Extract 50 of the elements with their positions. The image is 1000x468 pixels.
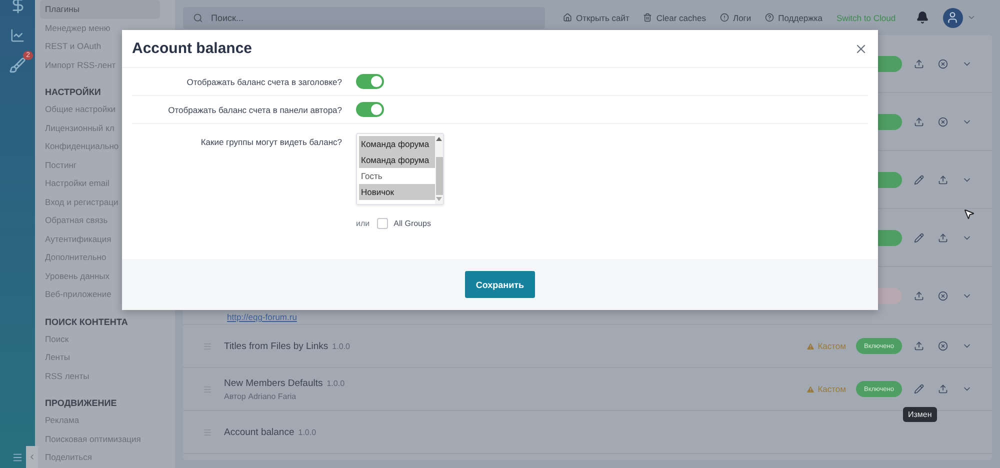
sidebar-item[interactable]: Обратная связь: [40, 211, 108, 230]
sidebar-item[interactable]: Уровень данных: [40, 266, 110, 285]
sidebar-item[interactable]: Постинг: [40, 156, 77, 174]
plugin-name[interactable]: Titles from Files by Links 1.0.0: [224, 340, 350, 352]
section-heading: ПОИСК КОНТЕНТА: [45, 316, 128, 328]
plugin-link[interactable]: http://eqg-forum.ru: [227, 312, 297, 322]
top-link[interactable]: Clear caches: [643, 12, 706, 22]
custom-flag: Кастом: [806, 384, 846, 394]
sidebar-item[interactable]: Поисковая оптимизация: [40, 430, 141, 448]
sidebar-item[interactable]: Настройки email: [40, 174, 110, 192]
all-groups-checkbox[interactable]: All Groups: [376, 218, 431, 229]
top-link[interactable]: Открыть сайт: [563, 12, 630, 22]
listbox-option[interactable]: Команда форума: [359, 136, 435, 152]
tooltip: Измен: [903, 407, 937, 422]
save-button[interactable]: Сохранить: [465, 271, 535, 298]
listbox-option[interactable]: Гость: [359, 168, 435, 184]
field-label: Отображать баланс счета в панели автора?: [168, 104, 342, 114]
section-heading: НАСТРОЙКИ: [45, 86, 101, 99]
search-field[interactable]: Поиск...: [183, 6, 545, 28]
plugin-name[interactable]: Account balance 1.0.0: [224, 426, 316, 438]
sidebar-item[interactable]: Вход и регистраци: [40, 192, 118, 211]
sidebar-item[interactable]: Плагины: [40, 0, 160, 18]
top-link[interactable]: Switch to Cloud: [836, 12, 896, 22]
or-text: или: [356, 219, 370, 228]
sidebar-item[interactable]: Общие настройки: [40, 100, 116, 118]
sidebar-item[interactable]: Аутентификация: [40, 230, 112, 248]
top-link[interactable]: Поддержка: [765, 12, 822, 22]
sidebar-item[interactable]: Поиск: [40, 330, 69, 348]
section-heading: ПРОДВИЖЕНИЕ: [45, 397, 117, 410]
listbox-option[interactable]: Команда форума: [359, 152, 435, 168]
sidebar-item[interactable]: Импорт RSS-лент: [40, 56, 116, 74]
listbox-option[interactable]: Новичок: [359, 184, 435, 200]
top-link[interactable]: Логи: [720, 12, 752, 22]
sidebar-item[interactable]: Дополнительно: [40, 248, 106, 266]
sidebar-item[interactable]: Поделиться: [40, 448, 92, 466]
sidebar-item[interactable]: Ленты: [40, 348, 70, 366]
custom-flag: Кастом: [806, 341, 846, 351]
modal-title: Account balance: [132, 40, 252, 57]
sidebar-item[interactable]: RSS ленты: [40, 366, 90, 385]
sidebar-item[interactable]: Конфиденциально: [40, 137, 119, 156]
sidebar-item[interactable]: REST и OAuth: [40, 37, 102, 56]
group-listbox[interactable]: Команда форума Команда форума Гость Новичок: [356, 133, 444, 205]
sidebar-item[interactable]: Реклама: [40, 411, 80, 430]
field-label: Какие группы могут видеть баланс?: [200, 136, 342, 147]
sidebar-item[interactable]: Менеджер меню: [40, 18, 110, 37]
field-label: Отображать баланс счета в заголовке?: [186, 76, 342, 86]
plugin-name[interactable]: New Members Defaults 1.0.0: [224, 378, 345, 388]
plugin-author: Автор Adriano Faria: [224, 392, 296, 400]
sidebar-item[interactable]: Лицензионный кл: [40, 118, 114, 137]
sidebar-item[interactable]: Веб-приложение: [40, 285, 112, 304]
